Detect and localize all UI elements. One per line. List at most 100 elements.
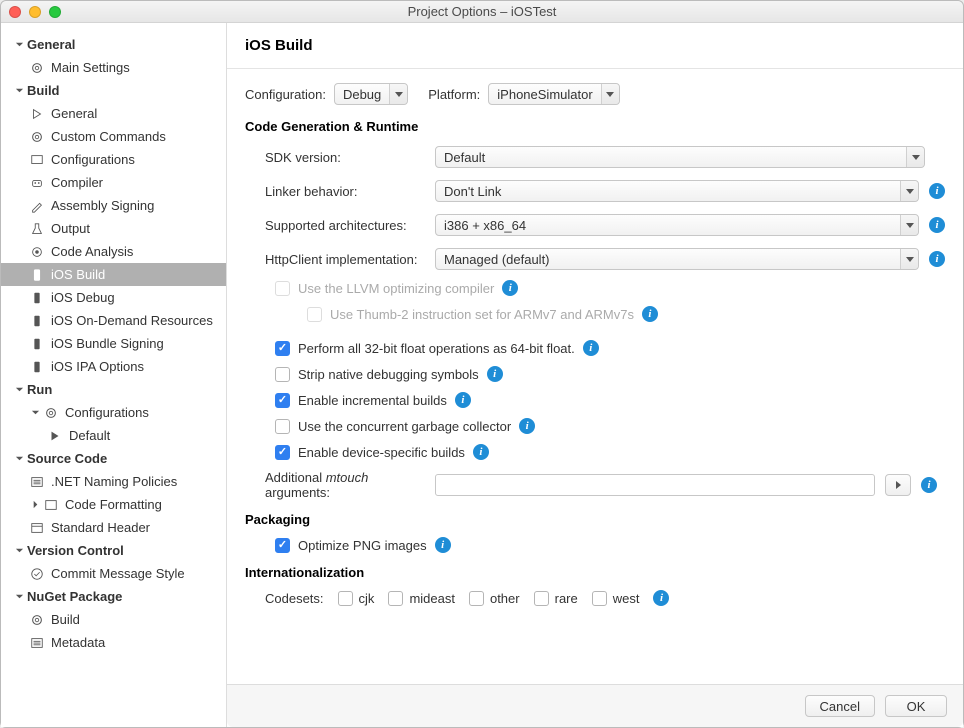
info-icon[interactable]: i [435, 537, 451, 553]
sidebar-cat-source-code[interactable]: Source Code [1, 447, 226, 470]
phone-icon [29, 267, 45, 283]
ok-button[interactable]: OK [885, 695, 947, 717]
divider [227, 68, 963, 69]
concurrent-gc-checkbox[interactable] [275, 419, 290, 434]
sidebar-item-run-configurations[interactable]: Configurations [1, 401, 226, 424]
sidebar-item-standard-header[interactable]: Standard Header [1, 516, 226, 539]
arch-label: Supported architectures: [245, 218, 435, 233]
cancel-button[interactable]: Cancel [805, 695, 875, 717]
sidebar-item-ios-bundle-signing[interactable]: iOS Bundle Signing [1, 332, 226, 355]
sidebar-item-ios-ipa-options[interactable]: iOS IPA Options [1, 355, 226, 378]
content-pane: iOS Build Configuration: Debug Platform:… [227, 23, 963, 727]
linker-select[interactable]: Don't Link [435, 180, 919, 202]
disclosure-down-icon[interactable] [13, 384, 25, 396]
sidebar-item-nuget-metadata[interactable]: Metadata [1, 631, 226, 654]
png-checkbox[interactable] [275, 538, 290, 553]
sidebar-item-run-default[interactable]: Default [1, 424, 226, 447]
disclosure-right-icon[interactable] [29, 499, 41, 511]
info-icon[interactable]: i [929, 251, 945, 267]
chevron-down-icon[interactable] [900, 249, 918, 269]
target-icon [29, 244, 45, 260]
info-icon[interactable]: i [921, 477, 937, 493]
braces-icon [43, 497, 59, 513]
info-icon[interactable]: i [583, 340, 599, 356]
sidebar-cat-build[interactable]: Build [1, 79, 226, 102]
info-icon[interactable]: i [929, 217, 945, 233]
llvm-label: Use the LLVM optimizing compiler [298, 281, 494, 296]
configuration-select[interactable]: Debug [334, 83, 408, 105]
sidebar-item-custom-commands[interactable]: Custom Commands [1, 125, 226, 148]
chevron-down-icon[interactable] [601, 84, 619, 104]
sidebar-item-ios-build[interactable]: iOS Build [1, 263, 226, 286]
list-icon [29, 474, 45, 490]
info-icon[interactable]: i [473, 444, 489, 460]
mtouch-input[interactable] [435, 474, 875, 496]
phone-icon [29, 313, 45, 329]
float-checkbox[interactable] [275, 341, 290, 356]
chevron-down-icon[interactable] [900, 215, 918, 235]
sidebar-item-commit-style[interactable]: Commit Message Style [1, 562, 226, 585]
arch-select[interactable]: i386 + x86_64 [435, 214, 919, 236]
incremental-checkbox[interactable] [275, 393, 290, 408]
sidebar-item-code-formatting[interactable]: Code Formatting [1, 493, 226, 516]
thumb-checkbox [307, 307, 322, 322]
sidebar-cat-general[interactable]: General [1, 33, 226, 56]
play-icon [47, 428, 63, 444]
sidebar-item-code-analysis[interactable]: Code Analysis [1, 240, 226, 263]
info-icon[interactable]: i [455, 392, 471, 408]
west-checkbox[interactable] [592, 591, 607, 606]
disclosure-down-icon[interactable] [13, 591, 25, 603]
disclosure-down-icon[interactable] [13, 453, 25, 465]
sdk-select[interactable]: Default [435, 146, 925, 168]
strip-checkbox[interactable] [275, 367, 290, 382]
platform-select[interactable]: iPhoneSimulator [488, 83, 619, 105]
disclosure-down-icon[interactable] [13, 85, 25, 97]
sidebar-item-ios-odr[interactable]: iOS On-Demand Resources [1, 309, 226, 332]
sidebar-item-configurations[interactable]: Configurations [1, 148, 226, 171]
gear-icon [29, 60, 45, 76]
section-packaging: Packaging [245, 512, 945, 527]
sidebar-item-assembly-signing[interactable]: Assembly Signing [1, 194, 226, 217]
sidebar-item-naming-policies[interactable]: .NET Naming Policies [1, 470, 226, 493]
http-select[interactable]: Managed (default) [435, 248, 919, 270]
chevron-down-icon[interactable] [389, 84, 407, 104]
chevron-down-icon[interactable] [900, 181, 918, 201]
sidebar-item-main-settings[interactable]: Main Settings [1, 56, 226, 79]
page-title: iOS Build [245, 37, 945, 54]
info-icon[interactable]: i [502, 280, 518, 296]
phone-icon [29, 359, 45, 375]
sidebar-item-output[interactable]: Output [1, 217, 226, 240]
sidebar-item-nuget-build[interactable]: Build [1, 608, 226, 631]
http-label: HttpClient implementation: [245, 252, 435, 267]
sidebar-cat-nuget[interactable]: NuGet Package [1, 585, 226, 608]
cjk-checkbox[interactable] [338, 591, 353, 606]
mtouch-browse-button[interactable] [885, 474, 911, 496]
other-checkbox[interactable] [469, 591, 484, 606]
device-builds-checkbox[interactable] [275, 445, 290, 460]
info-icon[interactable]: i [519, 418, 535, 434]
sidebar-cat-run[interactable]: Run [1, 378, 226, 401]
info-icon[interactable]: i [487, 366, 503, 382]
sidebar-item-compiler[interactable]: Compiler [1, 171, 226, 194]
sidebar: General Main Settings Build General Cust… [1, 23, 227, 727]
info-icon[interactable]: i [642, 306, 658, 322]
dialog-footer: Cancel OK [227, 684, 963, 727]
window-icon [29, 152, 45, 168]
section-codegen: Code Generation & Runtime [245, 119, 945, 134]
sidebar-item-build-general[interactable]: General [1, 102, 226, 125]
sidebar-item-ios-debug[interactable]: iOS Debug [1, 286, 226, 309]
disclosure-down-icon[interactable] [13, 545, 25, 557]
info-icon[interactable]: i [653, 590, 669, 606]
phone-icon [29, 290, 45, 306]
check-circle-icon [29, 566, 45, 582]
png-label: Optimize PNG images [298, 538, 427, 553]
chevron-down-icon[interactable] [906, 147, 924, 167]
mideast-checkbox[interactable] [388, 591, 403, 606]
rare-checkbox[interactable] [534, 591, 549, 606]
info-icon[interactable]: i [929, 183, 945, 199]
section-i18n: Internationalization [245, 565, 945, 580]
disclosure-down-icon[interactable] [29, 407, 41, 419]
strip-label: Strip native debugging symbols [298, 367, 479, 382]
sidebar-cat-version-control[interactable]: Version Control [1, 539, 226, 562]
disclosure-down-icon[interactable] [13, 39, 25, 51]
